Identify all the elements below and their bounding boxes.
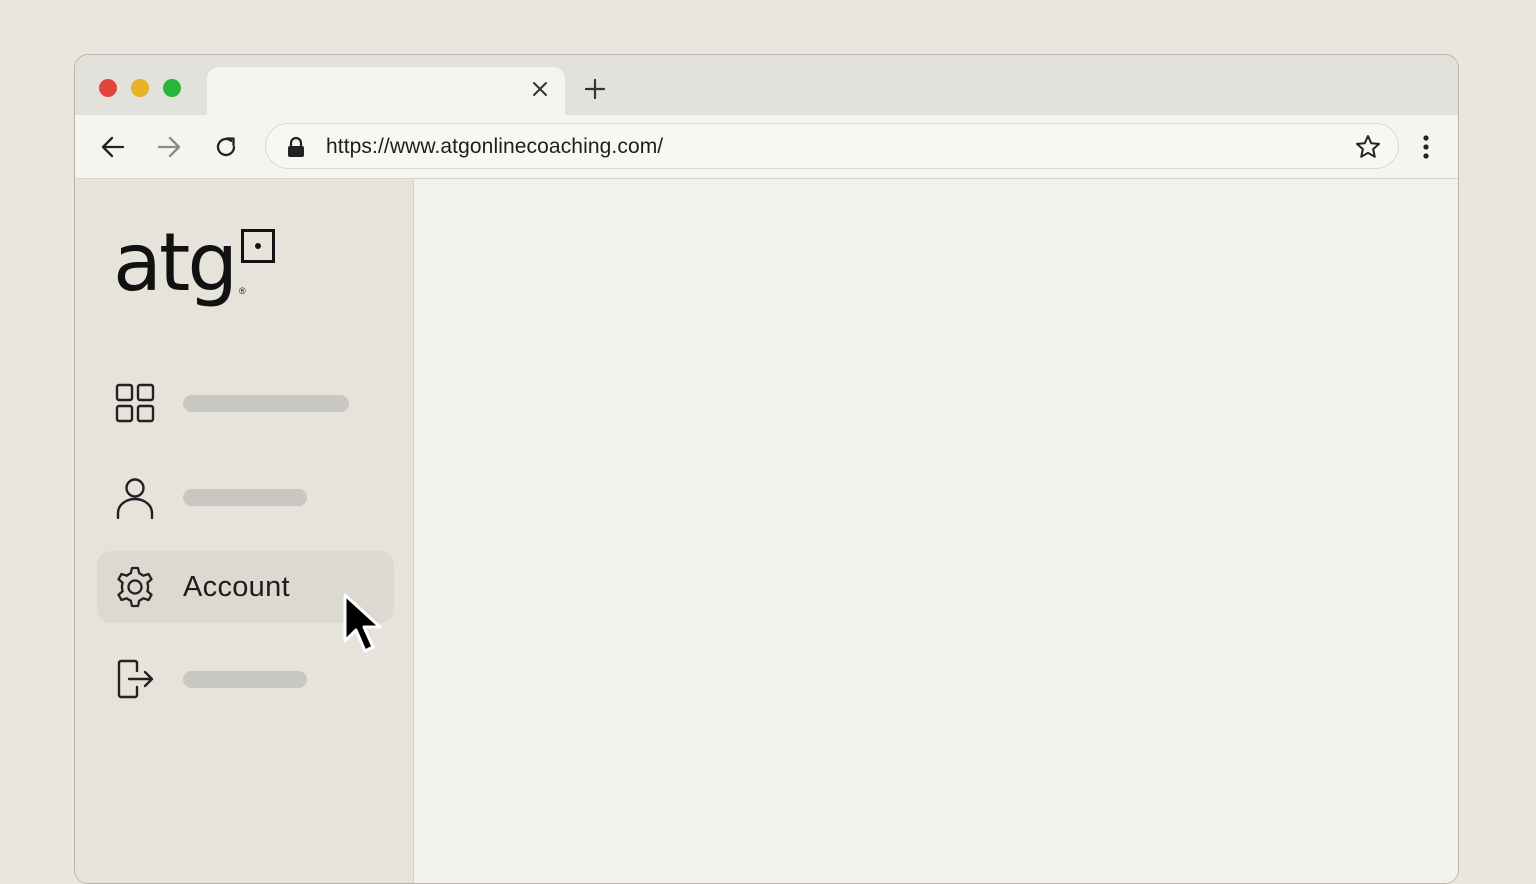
sidebar: atg ® Account (75, 179, 414, 883)
arrow-left-icon[interactable] (99, 133, 127, 161)
close-window-button[interactable] (99, 79, 117, 97)
label-placeholder (183, 671, 307, 688)
mouse-pointer-icon (341, 593, 389, 657)
star-icon[interactable] (1354, 133, 1382, 161)
browser-window: https://www.atgonlinecoaching.com/ atg ® (74, 54, 1459, 884)
kebab-menu-icon[interactable] (1412, 133, 1440, 161)
maximize-window-button[interactable] (163, 79, 181, 97)
registered-mark: ® (239, 286, 246, 296)
grid-icon (113, 381, 157, 425)
atg-logo[interactable]: atg ® (113, 223, 283, 319)
logo-text: atg (113, 216, 238, 309)
arrow-right-icon[interactable] (155, 133, 183, 161)
logo-square-icon (241, 229, 275, 263)
gear-icon (113, 565, 157, 609)
user-icon (113, 475, 157, 520)
sidebar-item-label: Account (183, 571, 290, 603)
label-placeholder (183, 489, 307, 506)
plus-icon[interactable] (583, 77, 607, 101)
url-text[interactable]: https://www.atgonlinecoaching.com/ (326, 135, 663, 159)
lock-icon[interactable] (286, 136, 306, 158)
title-bar (75, 55, 1458, 115)
minimize-window-button[interactable] (131, 79, 149, 97)
reload-icon[interactable] (212, 133, 240, 161)
logout-icon (113, 657, 157, 701)
sidebar-item-dashboard[interactable] (97, 367, 394, 439)
label-placeholder (183, 395, 349, 412)
browser-toolbar: https://www.atgonlinecoaching.com/ (75, 115, 1458, 179)
main-content (415, 179, 1458, 883)
address-bar[interactable]: https://www.atgonlinecoaching.com/ (265, 123, 1399, 169)
sidebar-item-profile[interactable] (97, 461, 394, 533)
close-icon[interactable] (529, 78, 551, 100)
browser-tab[interactable] (207, 67, 565, 115)
